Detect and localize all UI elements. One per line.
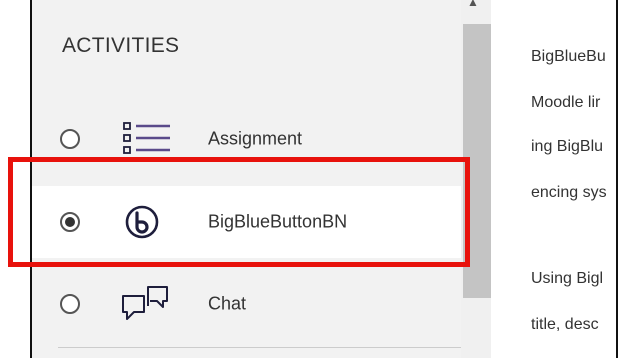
highlight-annotation-box: [8, 157, 470, 267]
description-line: title, desc: [531, 316, 599, 333]
assignment-radio[interactable]: [60, 129, 80, 149]
description-line: Using Bigl: [531, 270, 604, 287]
description-line: BigBlueBu: [531, 48, 606, 65]
activities-heading: ACTIVITIES: [62, 34, 180, 57]
activity-description: BigBlueBu Moodle lir ing BigBlu encing s…: [491, 0, 616, 358]
description-line: ing BigBlu: [531, 138, 604, 155]
frame-right-border: [616, 0, 618, 358]
description-line: Moodle lir: [531, 94, 601, 111]
chat-icon: [120, 284, 170, 329]
assignment-list-icon: [120, 121, 172, 162]
activity-item-chat[interactable]: Chat: [32, 268, 461, 340]
activity-label-assignment: Assignment: [208, 128, 303, 149]
list-divider: [58, 347, 461, 348]
description-line: encing sys: [531, 184, 607, 201]
chat-radio[interactable]: [60, 294, 80, 314]
scroll-up-arrow-icon[interactable]: ▲: [467, 0, 479, 8]
activity-label-chat: Chat: [208, 293, 247, 314]
